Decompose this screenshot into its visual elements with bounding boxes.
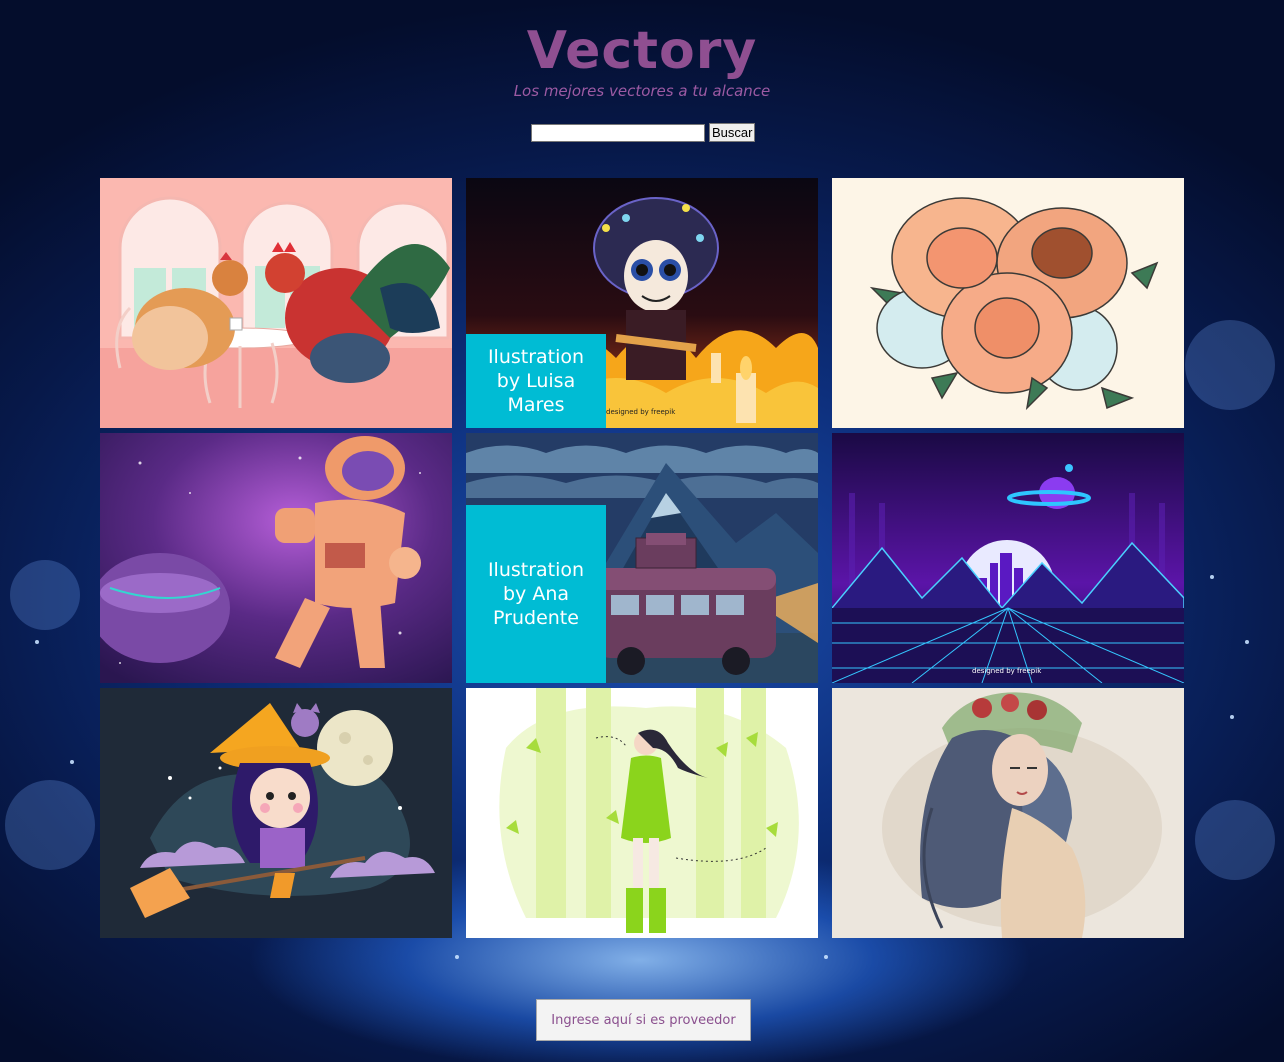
background-bokeh (5, 780, 95, 870)
background-sparkle (455, 955, 459, 959)
background-sparkle (1230, 715, 1234, 719)
gallery-item[interactable]: designed by freepik Ilustration by Luisa… (466, 178, 818, 428)
watercolor-woman-portrait-image (832, 688, 1184, 938)
provider-login-button[interactable]: Ingrese aquí si es proveedor (536, 999, 751, 1041)
vector-gallery: designed by freepik Ilustration by Luisa… (100, 178, 1184, 938)
site-tagline: Los mejores vectores a tu alcance (513, 82, 771, 100)
background-bokeh (1195, 800, 1275, 880)
site-logo[interactable]: Vectory (0, 20, 1284, 82)
gallery-item[interactable]: designed by freepik (832, 433, 1184, 683)
background-sparkle (1245, 640, 1249, 644)
chickens-at-cafe-table-image (100, 178, 452, 428)
svg-text:designed by freepik: designed by freepik (606, 408, 676, 416)
image-caption: Ilustration by Luisa Mares (466, 334, 606, 428)
retro-neon-city-image: designed by freepik (832, 433, 1184, 683)
astronaut-thumbs-up-image (100, 433, 452, 683)
svg-text:designed by freepik: designed by freepik (972, 667, 1042, 675)
background-sparkle (1210, 575, 1214, 579)
background-bokeh (1185, 320, 1275, 410)
gallery-item[interactable] (100, 433, 452, 683)
background-sparkle (70, 760, 74, 764)
gallery-item[interactable] (100, 178, 452, 428)
woman-in-green-forest-image (466, 688, 818, 938)
gallery-item[interactable]: Ilustration by Ana Prudente (466, 433, 818, 683)
background-sparkle (824, 955, 828, 959)
gallery-item[interactable] (100, 688, 452, 938)
background-bokeh (10, 560, 80, 630)
search-input[interactable] (531, 123, 705, 142)
gallery-item[interactable] (832, 688, 1184, 938)
background-sparkle (35, 640, 39, 644)
gallery-item[interactable] (466, 688, 818, 938)
search-button[interactable]: Buscar (709, 123, 756, 142)
search-form: Buscar (531, 123, 756, 142)
witch-on-broom-image (100, 688, 452, 938)
image-caption: Ilustration by Ana Prudente (466, 505, 606, 683)
gallery-item[interactable] (832, 178, 1184, 428)
site-header: Vectory Los mejores vectores a tu alcanc… (0, 20, 1284, 100)
peony-flower-bouquet-image (832, 178, 1184, 428)
